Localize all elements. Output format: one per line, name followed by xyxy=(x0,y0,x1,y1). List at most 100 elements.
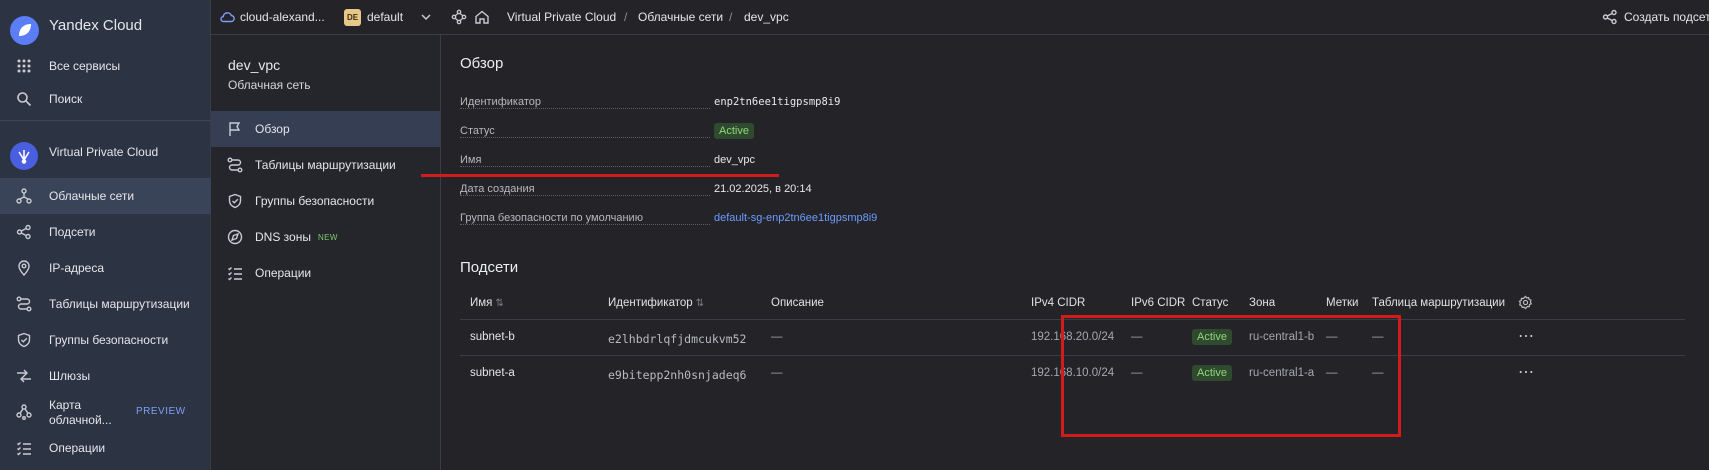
column-header-route-table: Таблица маршрутизации xyxy=(1372,297,1506,309)
sidebar-item-subnets[interactable]: Подсети xyxy=(0,214,211,250)
sidebar-item-ip-addresses[interactable]: IP-адреса xyxy=(0,250,211,286)
row-actions-more-icon[interactable]: ⋯ xyxy=(1518,362,1534,382)
column-header-name[interactable]: Имя ⇅ xyxy=(470,297,504,309)
network-map-icon[interactable] xyxy=(451,9,467,25)
field-id: Идентификатор enp2tn6ee1tigpsmp8i9 xyxy=(460,96,880,114)
tab-security-groups[interactable]: Группы безопасности xyxy=(211,183,440,219)
all-services-button[interactable]: Все сервисы xyxy=(0,48,211,84)
vpc-service-icon xyxy=(10,142,38,170)
chevron-down-icon[interactable] xyxy=(418,9,434,25)
tab-dns-zones[interactable]: DNS зоны NEW xyxy=(211,219,440,255)
sidebar-item-label: Подсети xyxy=(49,225,96,239)
dotted-leader xyxy=(460,166,710,167)
column-header-ipv6: IPv6 CIDR xyxy=(1131,297,1186,309)
cell-description: — xyxy=(771,367,783,379)
home-icon[interactable] xyxy=(474,9,490,25)
tab-route-tables[interactable]: Таблицы маршрутизации xyxy=(211,147,440,183)
panel-item-label: Обзор xyxy=(255,122,290,136)
panel-item-label: DNS зоны xyxy=(255,230,311,244)
panel-item-label: Группы безопасности xyxy=(255,194,375,208)
tab-operations[interactable]: Операции xyxy=(211,255,440,291)
sidebar-item-cloud-networks[interactable]: Облачные сети xyxy=(0,178,211,214)
overview-title: Обзор xyxy=(460,55,504,72)
sidebar-item-route-tables[interactable]: Таблицы маршрутизации xyxy=(0,286,211,322)
panel-title: dev_vpc xyxy=(228,57,281,73)
field-name: Имя dev_vpc xyxy=(460,154,880,172)
sidebar-item-label: Операции xyxy=(49,441,106,455)
cell-name[interactable]: subnet-b xyxy=(470,331,515,343)
operations-icon xyxy=(227,265,243,281)
sidebar-item-label: Облачные сети xyxy=(49,189,135,203)
operations-icon xyxy=(16,440,32,456)
cloud-icon xyxy=(219,9,235,25)
sidebar-item-label: Шлюзы xyxy=(49,369,91,383)
sort-icon[interactable]: ⇅ xyxy=(696,298,704,309)
sidebar-item-cloud-map[interactable]: Карта облачной... PREVIEW xyxy=(0,394,211,430)
breadcrumb-separator: / xyxy=(624,10,628,24)
default-security-group-link[interactable]: default-sg-enp2tn6ee1tigpsmp8i9 xyxy=(714,212,877,224)
search-icon xyxy=(16,91,32,107)
dns-icon xyxy=(227,229,243,245)
share-icon[interactable] xyxy=(1602,9,1618,25)
shield-icon xyxy=(227,193,243,209)
flag-icon xyxy=(227,121,243,137)
create-subnet-button[interactable]: Создать подсет xyxy=(1624,10,1709,24)
service-vpc-link[interactable]: Virtual Private Cloud xyxy=(0,133,211,171)
sidebar-item-label: Группы безопасности xyxy=(49,333,169,347)
search-button[interactable]: Поиск xyxy=(0,81,211,117)
cell-id: e2lhbdrlqfjdmcukvm52 xyxy=(608,332,747,346)
breadcrumb-current: dev_vpc xyxy=(744,10,789,24)
search-label: Поиск xyxy=(49,92,83,106)
annotation-highlight-box xyxy=(1061,315,1401,437)
column-header-zone: Зона xyxy=(1249,297,1276,309)
table-settings-gear-icon[interactable] xyxy=(1518,295,1533,310)
breadcrumb-vpc[interactable]: Virtual Private Cloud xyxy=(507,10,616,24)
sidebar-item-label: Карта облачной... xyxy=(49,398,112,427)
sidebar-item-operations[interactable]: Операции xyxy=(0,430,211,466)
shield-icon xyxy=(16,332,32,348)
column-header-ipv4: IPv4 CIDR xyxy=(1031,297,1086,309)
dotted-leader xyxy=(460,108,710,109)
folder-badge: DE xyxy=(344,9,361,26)
column-header-description: Описание xyxy=(771,297,824,309)
field-key: Имя xyxy=(460,154,485,166)
breadcrumb-cloud-networks[interactable]: Облачные сети xyxy=(638,10,723,24)
column-header-labels: Метки xyxy=(1326,297,1359,309)
status-badge: Active xyxy=(714,123,754,139)
column-header-status: Статус xyxy=(1192,297,1229,309)
new-badge: NEW xyxy=(318,233,338,242)
main-sidebar: Yandex Cloud Все сервисы Поиск Virtual P… xyxy=(0,0,211,470)
yandex-cloud-logo-icon xyxy=(10,16,39,45)
sidebar-item-label: Таблицы маршрутизации xyxy=(49,297,190,311)
brand-name: Yandex Cloud xyxy=(49,16,143,34)
field-default-sg: Группа безопасности по умолчанию default… xyxy=(460,212,940,230)
top-bar: cloud-alexand... DE default Virtual Priv… xyxy=(211,0,1709,35)
panel-item-label: Таблицы маршрутизации xyxy=(255,158,396,172)
route-tables-icon xyxy=(16,296,32,312)
field-value: enp2tn6ee1tigpsmp8i9 xyxy=(714,96,841,108)
sidebar-item-security-groups[interactable]: Группы безопасности xyxy=(0,322,211,358)
brand-logo-link[interactable]: Yandex Cloud xyxy=(0,6,211,45)
cell-name[interactable]: subnet-a xyxy=(470,367,515,379)
field-status: Статус Active xyxy=(460,123,880,143)
resource-panel: dev_vpc Облачная сеть Обзор Таблицы марш… xyxy=(211,35,441,470)
column-header-id[interactable]: Идентификатор ⇅ xyxy=(608,297,704,309)
row-actions-more-icon[interactable]: ⋯ xyxy=(1518,326,1534,346)
field-key: Группа безопасности по умолчанию xyxy=(460,212,646,224)
subnets-icon xyxy=(16,224,32,240)
field-value: dev_vpc xyxy=(714,154,755,166)
sort-icon[interactable]: ⇅ xyxy=(495,298,503,309)
breadcrumb-separator: / xyxy=(729,10,733,24)
field-key: Дата создания xyxy=(460,183,538,195)
field-value: 21.02.2025, в 20:14 xyxy=(714,183,812,195)
field-key: Идентификатор xyxy=(460,96,544,108)
cloud-selector[interactable]: cloud-alexand... xyxy=(240,10,325,24)
folder-selector[interactable]: default xyxy=(367,10,403,24)
sidebar-item-gateways[interactable]: Шлюзы xyxy=(0,358,211,394)
service-name: Virtual Private Cloud xyxy=(49,145,159,159)
cell-id: e9bitepp2nh0snjadeq6 xyxy=(608,368,747,382)
grid-icon xyxy=(16,58,32,74)
gateways-icon xyxy=(16,368,32,384)
sidebar-divider xyxy=(0,120,211,121)
tab-overview[interactable]: Обзор xyxy=(211,111,440,147)
